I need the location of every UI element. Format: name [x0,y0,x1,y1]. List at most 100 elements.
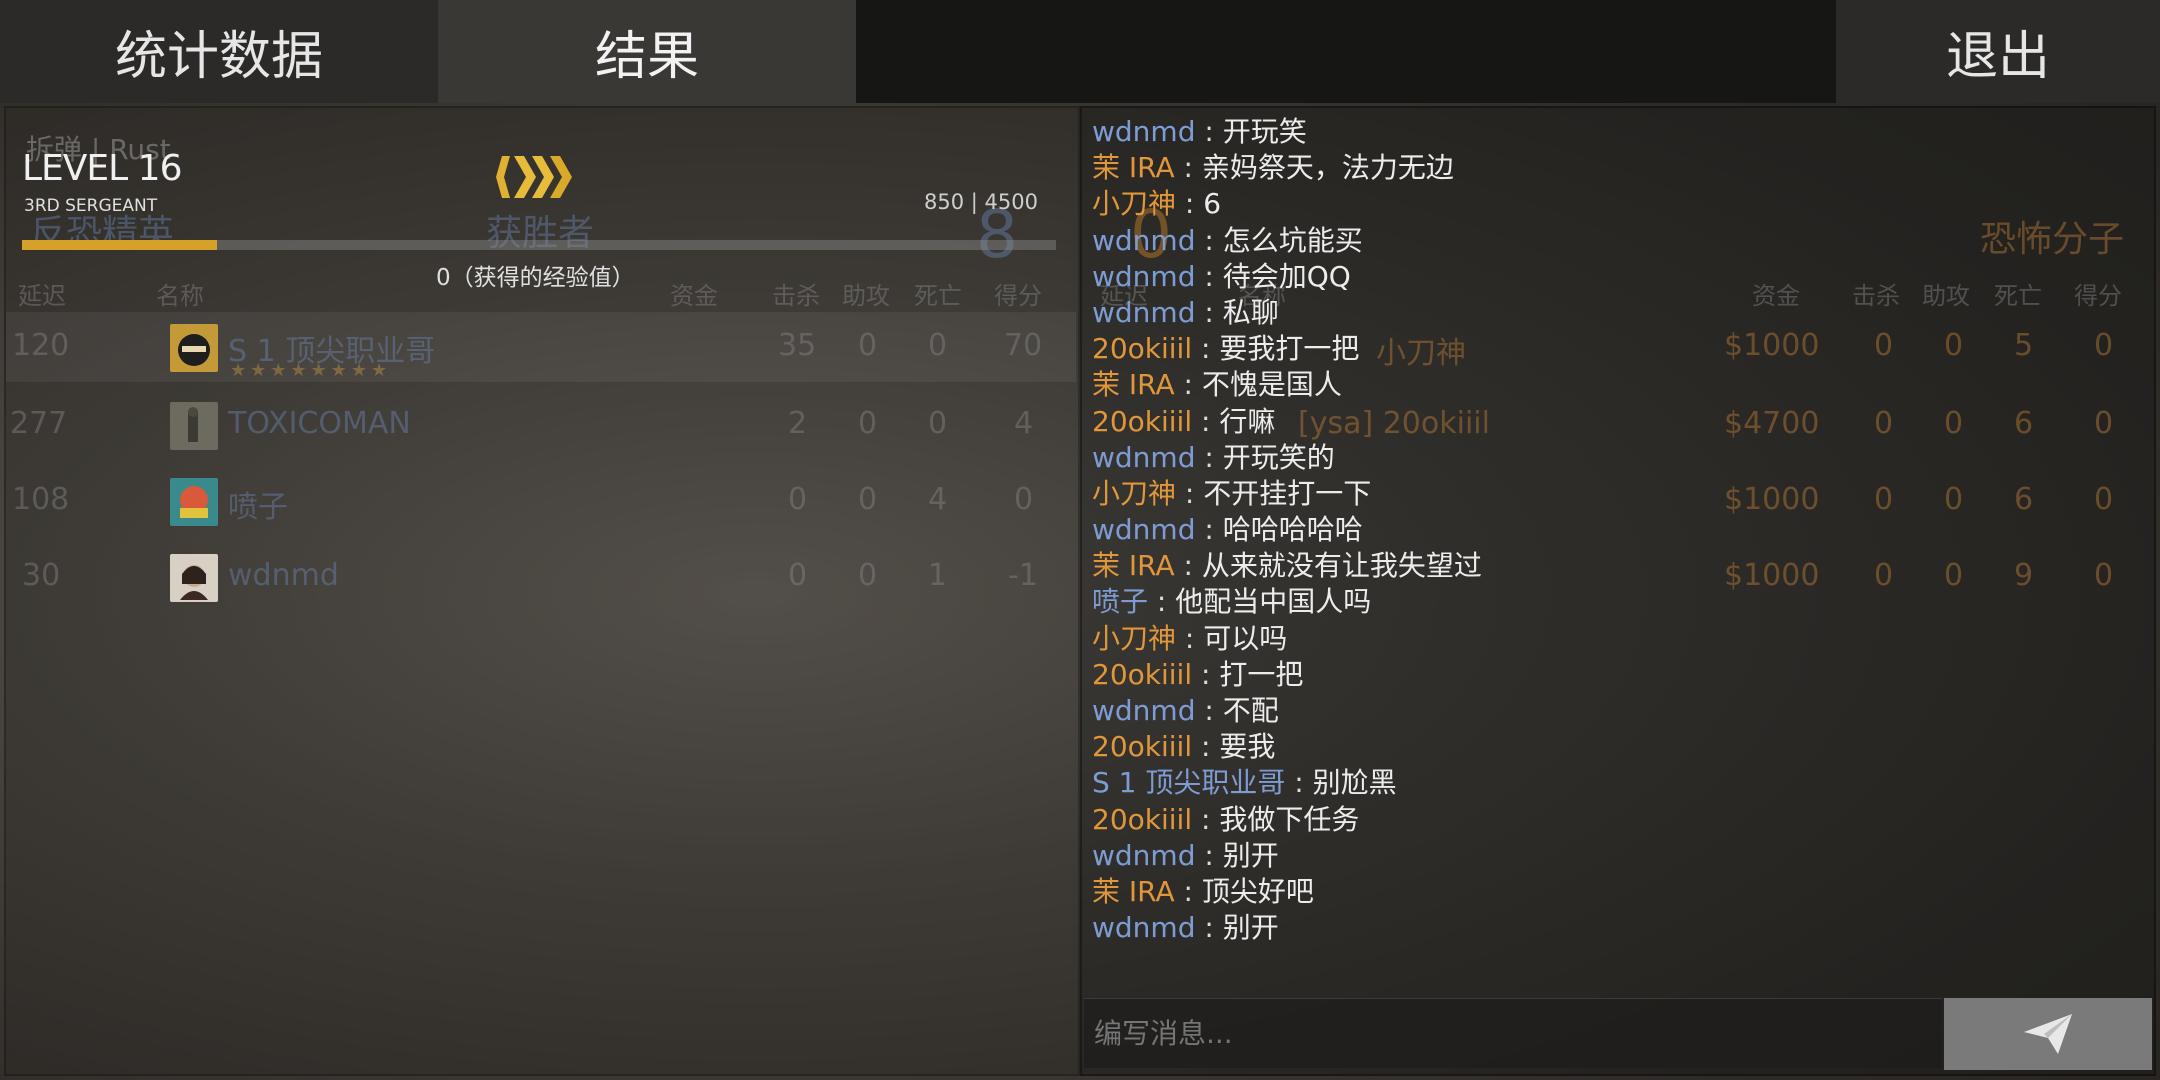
col-kills: 击杀 [772,282,820,310]
player-score: 70 [1004,328,1043,363]
chat-author[interactable]: 20okiiil [1092,730,1192,763]
chat-text: 不愧是国人 [1201,368,1342,402]
player-level: LEVEL 16 [22,148,182,189]
chat-message: 小刀神 : 不开挂打一下 [1092,476,2132,512]
chat-message: 20okiiil : 我做下任务 [1092,802,2132,838]
chat-author[interactable]: wdnmd [1092,694,1195,727]
chat-author[interactable]: 喷子 [1092,585,1148,618]
chat-author[interactable]: wdnmd [1092,115,1195,148]
chat-separator: : [1176,621,1204,655]
chat-text: 顶尖好吧 [1201,874,1314,908]
chat-text: 待会加QQ [1222,259,1351,293]
chat-text: 别尬黑 [1312,766,1397,800]
chat-separator: : [1192,657,1220,691]
col-deaths: 死亡 [914,282,962,310]
tab-result[interactable]: 结果 [438,0,856,103]
player-ping: 277 [10,406,68,441]
chat-separator: : [1192,332,1220,366]
chat-author[interactable]: wdnmd [1092,441,1195,474]
table-row[interactable]: 30 wdnmd 0 0 1 -1 [6,542,1076,612]
chat-author[interactable]: 小刀神 [1092,622,1176,655]
chat-text: 怎么坑能买 [1222,223,1363,257]
chat-text: 亲妈祭天，法力无边 [1201,151,1454,185]
player-kills: 35 [778,328,817,363]
player-name: TOXICOMAN [228,406,411,441]
chat-author[interactable]: 茉 IRA [1092,368,1175,401]
chat-text: 开玩笑 [1222,115,1307,148]
exit-button[interactable]: 退出 [1836,0,2160,103]
chat-author[interactable]: wdnmd [1092,260,1195,293]
chat-author[interactable]: 20okiiil [1092,803,1192,836]
chat-message: 小刀神 : 可以吗 [1092,621,2132,657]
chat-author[interactable]: wdnmd [1092,224,1195,257]
chat-log: wdnmd : 开玩笑茉 IRA : 亲妈祭天，法力无边 小刀神 : 6 wdnmd… [1092,114,2132,946]
chat-author[interactable]: 小刀神 [1092,477,1176,510]
chat-text: 不配 [1222,694,1279,727]
player-score: 0 [1014,482,1034,517]
chat-message: wdnmd : 待会加QQ [1092,259,2132,295]
table-row[interactable]: 277 TOXICOMAN 2 0 0 4 [6,390,1076,460]
tab-stats[interactable]: 统计数据 [0,0,438,103]
chat-author[interactable]: wdnmd [1092,296,1195,329]
player-score: -1 [1008,558,1038,593]
chat-message: wdnmd : 别开 [1092,910,2132,946]
chat-text: 不开挂打一下 [1203,476,1372,510]
chat-author[interactable]: 20okiiil [1092,332,1192,365]
chat-author[interactable]: 20okiiil [1092,658,1192,691]
xp-earned-label: 0（获得的经验值） [436,265,635,291]
top-bar: 统计数据 结果 退出 [0,0,2160,103]
chat-message: wdnmd : 私聊 [1092,295,2132,331]
player-score: 4 [1014,406,1034,441]
chat-message: 喷子 : 他配当中国人吗 [1092,584,2132,620]
table-row[interactable]: 108 喷子 0 0 4 0 [6,466,1076,536]
chat-author[interactable]: S 1 顶尖职业哥 [1092,766,1285,799]
chat-message: wdnmd : 开玩笑的 [1092,440,2132,476]
chat-author[interactable]: 茉 IRA [1092,151,1175,184]
chat-text: 别开 [1222,838,1279,872]
chat-separator: : [1195,838,1223,872]
chat-message: S 1 顶尖职业哥 : 别尬黑 [1092,765,2132,801]
chat-separator: : [1285,766,1313,800]
chat-author[interactable]: 小刀神 [1092,187,1176,220]
girl-avatar [170,554,218,602]
chat-message: 20okiiil : 要我打一把 [1092,331,2132,367]
chat-separator: : [1174,874,1202,908]
player-deaths: 4 [928,482,948,517]
chat-message: 茉 IRA : 顶尖好吧 [1092,874,2132,910]
chat-separator: : [1195,694,1223,727]
xp-counter: 850 | 4500 [924,190,1038,214]
col-name: 名称 [156,282,204,310]
chat-author[interactable]: 20okiiil [1092,405,1192,438]
player-ping: 120 [12,328,70,363]
player-assists: 0 [858,406,878,441]
player-ping: 30 [22,558,61,593]
player-assists: 0 [858,482,878,517]
table-row[interactable]: 120 S 1 顶尖职业哥 ★★★★★★★★ 35 0 0 70 [6,312,1076,382]
player-assists: 0 [858,328,878,363]
chat-text: 要我打一把 [1219,332,1360,366]
chat-separator: : [1192,404,1220,438]
chat-message: 茉 IRA : 从来就没有让我失望过 [1092,548,2132,584]
chat-text: 从来就没有让我失望过 [1201,549,1482,583]
chat-author[interactable]: wdnmd [1092,839,1195,872]
chat-separator: : [1195,115,1223,148]
chat-message: 20okiiil : 要我 [1092,729,2132,765]
chat-author[interactable]: 茉 IRA [1092,875,1175,908]
player-kills: 0 [788,558,808,593]
chat-text: 他配当中国人吗 [1175,585,1372,619]
player-rank: 3RD SERGEANT [24,196,158,216]
player-kills: 2 [788,406,808,441]
player-stars: ★★★★★★★★ [230,360,392,381]
chat-text: 可以吗 [1203,621,1288,655]
chat-text: 哈哈哈哈哈 [1222,513,1363,547]
chat-message-input[interactable] [1084,998,1942,1068]
chat-author[interactable]: wdnmd [1092,911,1195,944]
chat-author[interactable]: wdnmd [1092,513,1195,546]
player-kills: 0 [788,482,808,517]
chat-message: wdnmd : 别开 [1092,838,2132,874]
chat-author[interactable]: 茉 IRA [1092,549,1175,582]
chat-separator: : [1148,585,1176,619]
send-button[interactable] [1944,998,2152,1070]
chat-text: 别开 [1222,911,1279,945]
xp-progress-fill [22,240,218,250]
